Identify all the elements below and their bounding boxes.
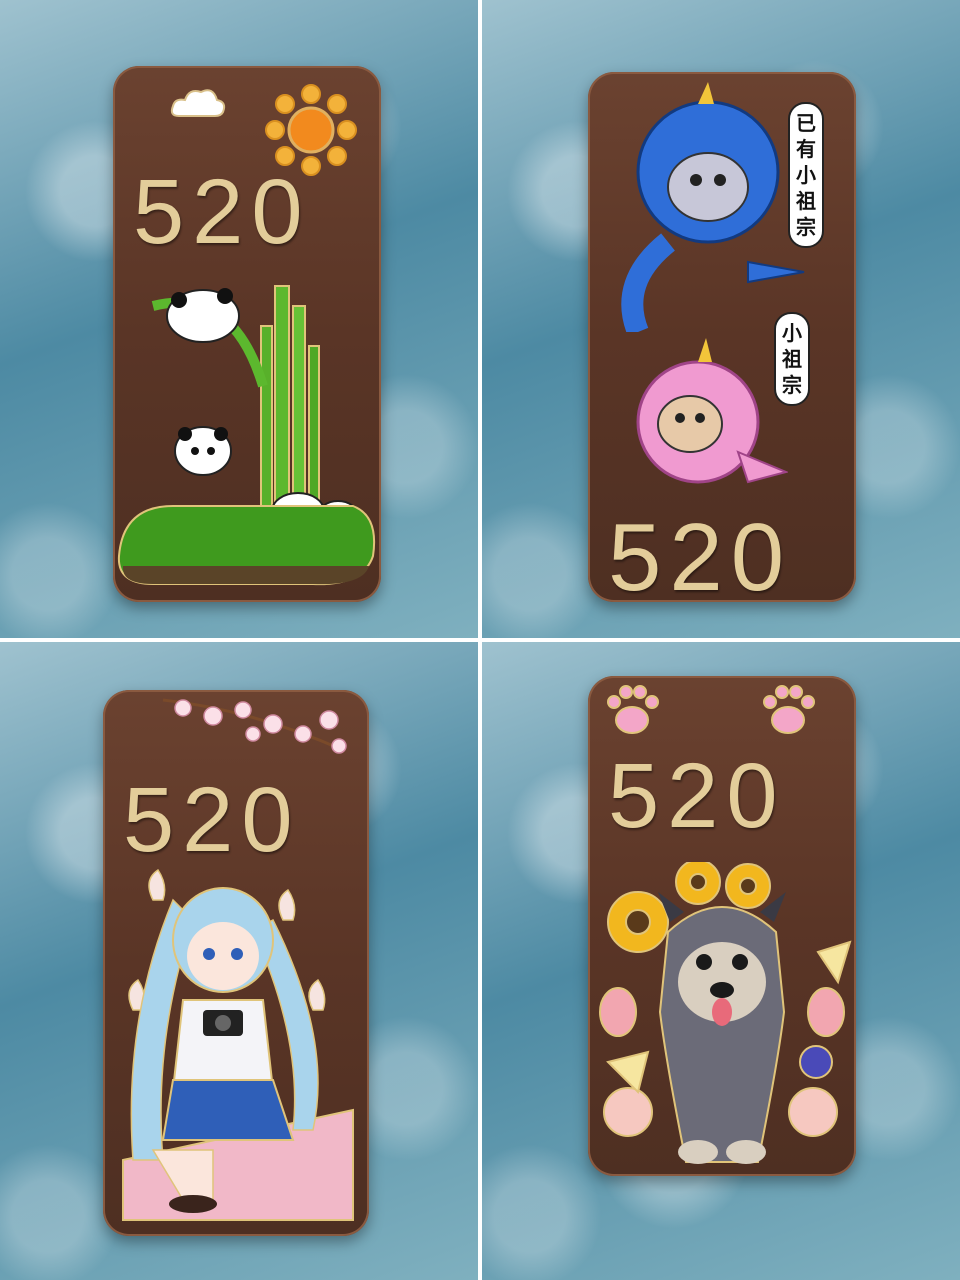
label-already-have-little-ancestor: 已有小祖宗	[788, 102, 824, 248]
wood-plaque: 520	[113, 66, 381, 602]
schnauzer-flowers-illustration	[599, 862, 852, 1164]
panda-bamboo-illustration	[117, 285, 375, 586]
wood-plaque: 520	[103, 690, 369, 1236]
panel-anime-girl: 520	[0, 642, 478, 1280]
pink-dinosaur-mouse-illustration	[636, 338, 788, 484]
paw-print-icon	[763, 685, 815, 734]
anime-girl-camera-illustration	[122, 868, 354, 1221]
wood-plaque: 已有小祖宗 小祖宗 520	[588, 72, 856, 606]
wood-plaque: 520	[588, 676, 856, 1176]
divider-horizontal	[0, 638, 960, 642]
panel-dinosaur-cats: 已有小祖宗 小祖宗 520	[482, 0, 960, 638]
blue-dinosaur-cat-illustration	[621, 82, 805, 332]
house-number: 520	[608, 745, 786, 847]
panel-panda: 520	[0, 0, 478, 638]
paw-print-icon	[607, 685, 659, 734]
panel-schnauzer: 520	[482, 642, 960, 1280]
house-number: 520	[123, 769, 301, 871]
cloud-icon	[170, 89, 226, 117]
house-number: 520	[608, 504, 793, 611]
photo-collage: 520 已有小祖宗 小祖宗 520 520 520	[0, 0, 960, 1280]
cherry-blossom-branch-illustration	[162, 698, 347, 754]
house-number: 520	[133, 161, 311, 263]
